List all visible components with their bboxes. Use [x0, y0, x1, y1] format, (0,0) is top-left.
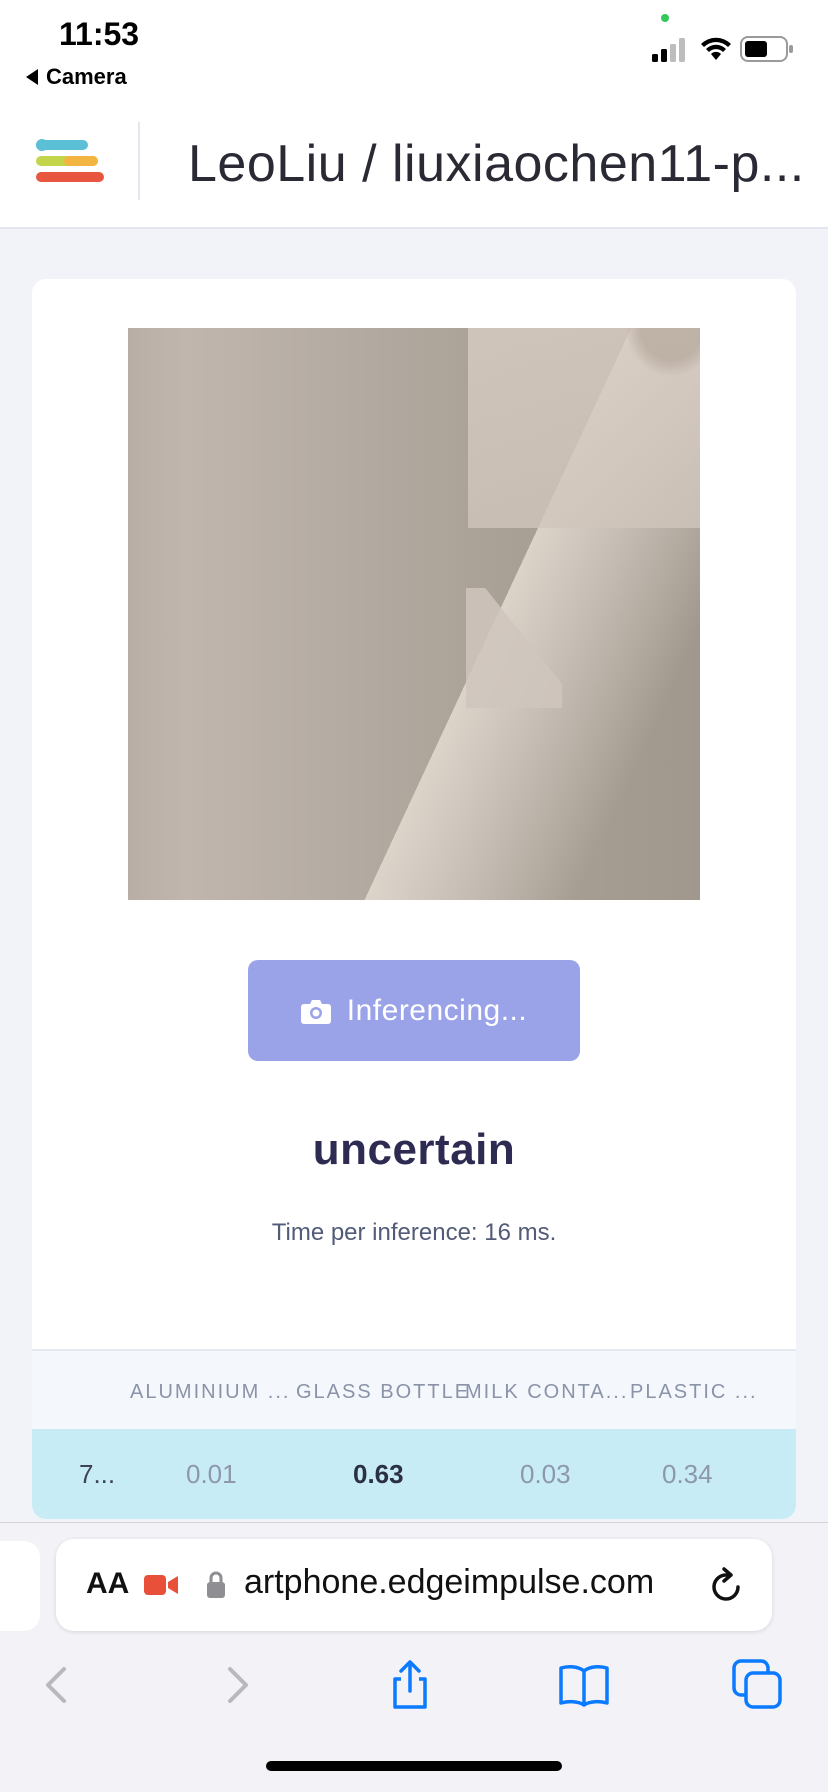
- classification-result: uncertain: [312, 1125, 516, 1174]
- header-divider: [138, 122, 140, 200]
- column-header: GLASS BOTTLE: [296, 1381, 471, 1403]
- previous-tab-preview[interactable]: [0, 1541, 40, 1631]
- camera-preview: [128, 328, 700, 900]
- table-row: 7... 0.01 0.63 0.03 0.34: [32, 1429, 796, 1519]
- back-app-label: Camera: [46, 64, 127, 89]
- clock: 11:53: [59, 16, 140, 52]
- table-cell: 7...: [79, 1459, 116, 1489]
- camera-preview-highlight: [466, 588, 562, 708]
- video-recording-icon[interactable]: [144, 1572, 180, 1598]
- column-header: ALUMINIUM ...: [130, 1381, 291, 1403]
- table-cell: 0.01: [186, 1459, 237, 1489]
- signal-icon: [652, 38, 685, 62]
- address-bar[interactable]: AA artphone.edgeimpulse.com: [56, 1539, 772, 1631]
- bookmarks-icon[interactable]: [556, 1657, 612, 1713]
- reader-settings-button[interactable]: AA: [86, 1567, 129, 1601]
- project-title: LeoLiu / liuxiaochen11-p...: [188, 135, 805, 193]
- back-triangle-icon: [26, 69, 38, 85]
- status-bar: 11:53 Camera: [0, 0, 828, 96]
- results-table-header: ALUMINIUM ... GLASS BOTTLE MILK CONTA...…: [32, 1349, 796, 1429]
- camera-in-use-indicator: [661, 14, 669, 22]
- table-cell: 0.03: [520, 1459, 571, 1489]
- table-cell: 0.63: [353, 1459, 404, 1489]
- forward-icon[interactable]: [208, 1657, 264, 1713]
- classification-card: Inferencing... uncertain Time per infere…: [32, 279, 796, 1519]
- share-icon[interactable]: [382, 1657, 438, 1713]
- wifi-icon: [701, 37, 731, 60]
- lock-icon: [207, 1571, 225, 1598]
- battery-icon: [740, 36, 793, 62]
- camera-icon: [300, 999, 331, 1024]
- home-indicator[interactable]: [266, 1761, 562, 1771]
- back-to-camera-link[interactable]: Camera: [26, 64, 127, 90]
- browser-toolbar: AA artphone.edgeimpulse.com: [0, 1522, 828, 1792]
- app-header: LeoLiu / liuxiaochen11-p...: [0, 96, 828, 229]
- camera-preview-highlight: [468, 328, 700, 528]
- tabs-icon[interactable]: [730, 1657, 786, 1713]
- column-header: PLASTIC ...: [630, 1381, 758, 1403]
- inferencing-button[interactable]: Inferencing...: [248, 960, 580, 1061]
- url-text[interactable]: artphone.edgeimpulse.com: [244, 1563, 704, 1602]
- reload-icon[interactable]: [710, 1567, 744, 1603]
- time-per-inference: Time per inference: 16 ms.: [271, 1219, 557, 1246]
- column-header: MILK CONTA...: [465, 1381, 629, 1403]
- inferencing-button-label: Inferencing...: [346, 993, 528, 1027]
- table-cell: 0.34: [662, 1459, 713, 1489]
- back-icon[interactable]: [30, 1657, 86, 1713]
- edge-impulse-logo-icon[interactable]: [36, 138, 104, 186]
